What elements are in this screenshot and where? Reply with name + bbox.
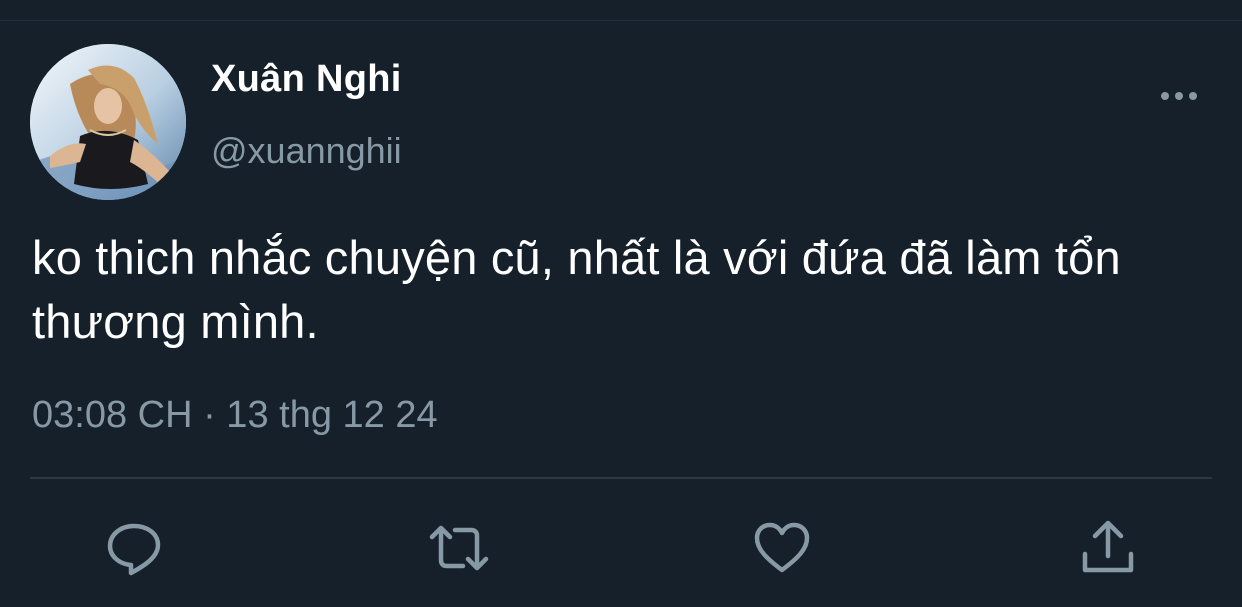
- heart-icon: [754, 522, 810, 573]
- display-name[interactable]: Xuân Nghi: [211, 58, 402, 101]
- tweet-timestamp[interactable]: 03:08 CH · 13 thg 12 24: [32, 394, 438, 437]
- share-button[interactable]: [1078, 518, 1138, 578]
- share-upload-icon: [1082, 520, 1134, 573]
- avatar-photo: [30, 44, 186, 200]
- retweet-button[interactable]: [429, 518, 489, 578]
- avatar[interactable]: [30, 44, 186, 200]
- like-button[interactable]: [752, 518, 812, 578]
- top-divider: [0, 20, 1242, 21]
- tweet-text: ko thich nhắc chuyện cũ, nhất là với đứa…: [32, 231, 1121, 348]
- user-handle[interactable]: @xuannghii: [211, 130, 402, 172]
- retweet-icon: [429, 525, 489, 571]
- reply-bubble-icon: [107, 523, 161, 576]
- more-horizontal-icon[interactable]: [1156, 84, 1202, 108]
- reply-button[interactable]: [104, 518, 164, 578]
- actions-divider: [30, 477, 1212, 479]
